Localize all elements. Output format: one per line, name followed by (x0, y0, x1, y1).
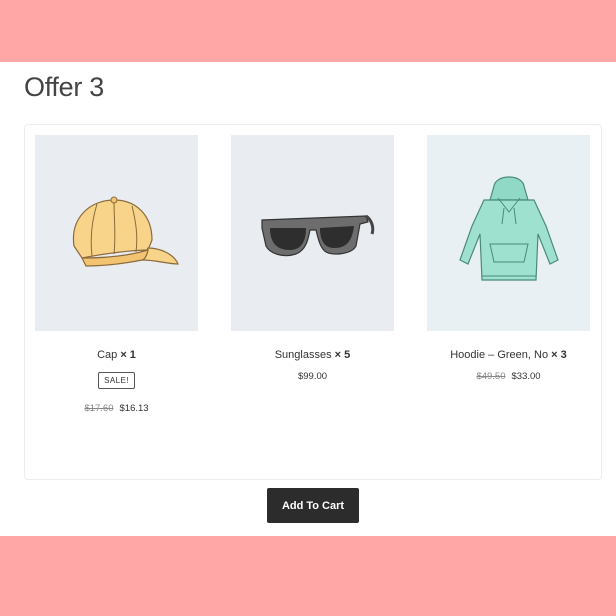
product-card-cap[interactable]: Cap × 1 SALE! $17.60 $16.13 (35, 135, 198, 414)
old-price: $17.60 (84, 403, 114, 414)
product-card-hoodie[interactable]: Hoodie – Green, No × 3 $49.50 $33.00 (427, 135, 590, 382)
product-price: $99.00 (297, 371, 328, 382)
product-price: $17.60 $16.13 (35, 403, 198, 414)
sale-price: $16.13 (119, 403, 149, 414)
sunglasses-image[interactable] (231, 135, 394, 331)
top-band (0, 0, 616, 62)
product-name[interactable]: Sunglasses × 5 (231, 349, 394, 363)
product-price: $49.50 $33.00 (427, 371, 590, 382)
old-price: $49.50 (476, 371, 506, 382)
cap-image[interactable] (35, 135, 198, 331)
sale-price: $33.00 (511, 371, 541, 382)
hoodie-image[interactable] (427, 135, 590, 331)
product-card-sunglasses[interactable]: Sunglasses × 5 $99.00 (231, 135, 394, 382)
add-to-cart-button[interactable]: Add To Cart (267, 488, 359, 523)
product-name[interactable]: Cap × 1 (35, 349, 198, 363)
offer-title: Offer 3 (24, 72, 104, 102)
sale-badge: SALE! (98, 372, 135, 389)
product-name[interactable]: Hoodie – Green, No × 3 (427, 349, 590, 363)
bottom-band (0, 536, 616, 616)
